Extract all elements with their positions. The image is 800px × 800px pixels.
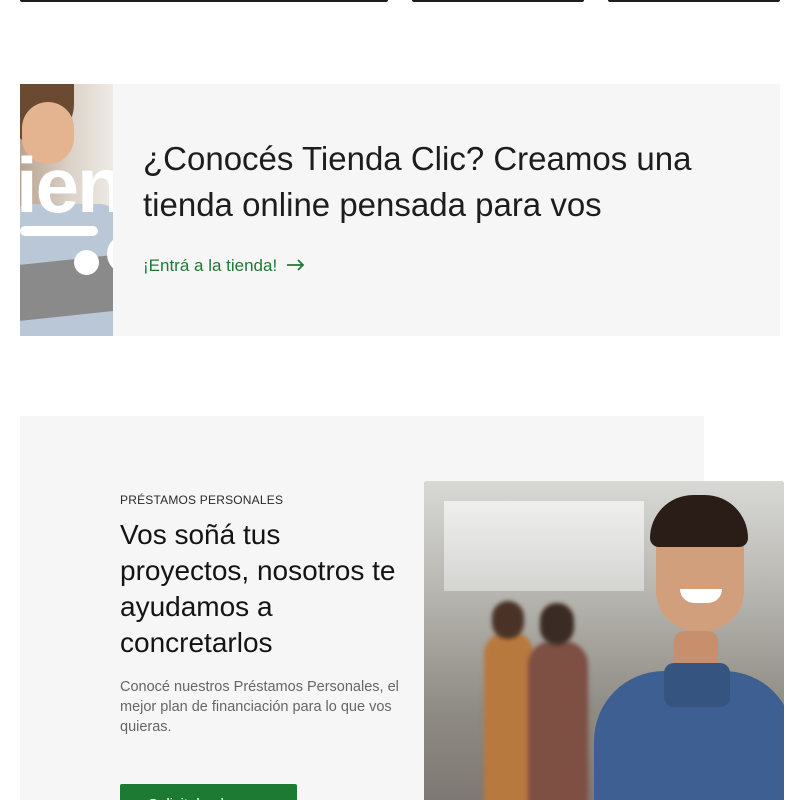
prestamos-title: Vos soñá tus proyectos, nosotros te ayud…: [120, 519, 396, 658]
prestamos-eyebrow: PRÉSTAMOS PERSONALES: [120, 493, 284, 507]
top-card-1[interactable]: [20, 0, 388, 2]
top-card-3[interactable]: [608, 0, 780, 2]
top-card-2[interactable]: [412, 0, 584, 2]
prestamos-image: [424, 481, 784, 800]
tienda-clic-link-label: ¡Entrá a la tienda!: [143, 256, 278, 275]
tienda-clic-image: ien: [20, 84, 113, 336]
arrow-right-icon: [287, 256, 305, 276]
tienda-clic-title: ¿Conocés Tienda Clic? Creamos una tienda…: [143, 140, 692, 223]
prestamos-description: Conocé nuestros Préstamos Personales, el…: [120, 679, 399, 735]
tienda-logo-text: ien: [20, 141, 113, 229]
solicitar-prestamo-button[interactable]: Solicitalo ahora: [120, 784, 297, 800]
tienda-clic-banner: ien ¿Conocés Tienda Clic? Creamos una ti…: [20, 84, 780, 336]
tienda-clic-link[interactable]: ¡Entrá a la tienda!: [143, 256, 305, 276]
